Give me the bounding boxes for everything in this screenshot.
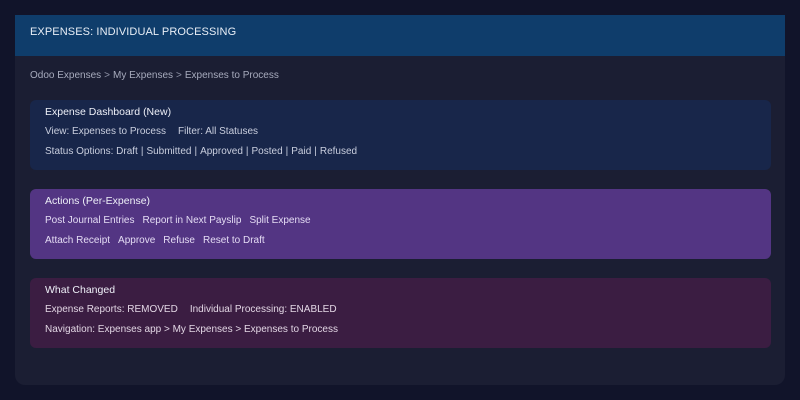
what-changed-card: What Changed Expense Reports: REMOVED Ind… — [30, 278, 771, 348]
title-bar: EXPENSES: INDIVIDUAL PROCESSING — [15, 15, 785, 56]
expense-dashboard-card: Expense Dashboard (New) View: Expenses t… — [30, 100, 771, 170]
actions-row-2: Attach Receipt Approve Refuse Reset to Draf… — [45, 234, 756, 248]
status-options-row: Status Options: Draft | Submitted | Approved… — [45, 146, 358, 157]
filter-selector[interactable]: Filter: All Statuses — [178, 126, 258, 137]
status-option-submitted[interactable]: Submitted — [146, 146, 191, 157]
status-options-label: Status Options: — [45, 146, 114, 157]
report-in-next-payslip-button[interactable]: Report in Next Payslip — [143, 214, 242, 228]
actions-row-1: Post Journal Entries Report in Next Paysl… — [45, 214, 756, 228]
changes-title: What Changed — [45, 284, 116, 296]
breadcrumb: Odoo Expenses > My Expenses > Expenses to Pr… — [30, 70, 279, 81]
individual-processing-enabled-note: Individual Processing: ENABLED — [189, 304, 337, 315]
status-option-draft[interactable]: Draft — [116, 146, 138, 157]
breadcrumb-expenses-to-process[interactable]: Expenses to Process — [185, 70, 279, 81]
status-option-approved[interactable]: Approved — [200, 146, 243, 157]
changes-row-1: Expense Reports: REMOVED Individual Proce… — [45, 303, 756, 317]
status-option-posted[interactable]: Posted — [252, 146, 283, 157]
view-selector[interactable]: View: Expenses to Process — [45, 126, 166, 137]
status-option-refused[interactable]: Refused — [320, 146, 357, 157]
status-option-paid[interactable]: Paid — [291, 146, 311, 157]
post-journal-entries-button[interactable]: Post Journal Entries — [45, 214, 135, 228]
expense-reports-removed-note: Expense Reports: REMOVED — [45, 304, 178, 315]
navigation-path-note: Navigation: Expenses app > My Expenses >… — [45, 324, 338, 335]
dashboard-view-filter-row: View: Expenses to Process Filter: All Sta… — [45, 125, 756, 139]
breadcrumb-separator: > — [104, 70, 111, 81]
breadcrumb-separator: > — [176, 70, 182, 81]
app-window: EXPENSES: INDIVIDUAL PROCESSING Odoo Exp… — [15, 15, 785, 385]
breadcrumb-odoo-expenses[interactable]: Odoo Expenses — [30, 70, 101, 81]
changes-row-2: Navigation: Expenses app > My Expenses >… — [45, 323, 756, 337]
actions-title: Actions (Per-Expense) — [45, 195, 151, 207]
split-expense-button[interactable]: Split Expense — [249, 214, 310, 228]
dashboard-title: Expense Dashboard (New) — [45, 106, 172, 118]
refuse-button[interactable]: Refuse — [163, 234, 195, 248]
attach-receipt-button[interactable]: Attach Receipt — [45, 234, 110, 248]
reset-to-draft-button[interactable]: Reset to Draft — [203, 234, 265, 248]
window-title: EXPENSES: INDIVIDUAL PROCESSING — [30, 26, 237, 38]
breadcrumb-my-expenses[interactable]: My Expenses — [113, 70, 173, 81]
actions-card: Actions (Per-Expense) Post Journal Entri… — [30, 189, 771, 259]
approve-button[interactable]: Approve — [118, 234, 155, 248]
